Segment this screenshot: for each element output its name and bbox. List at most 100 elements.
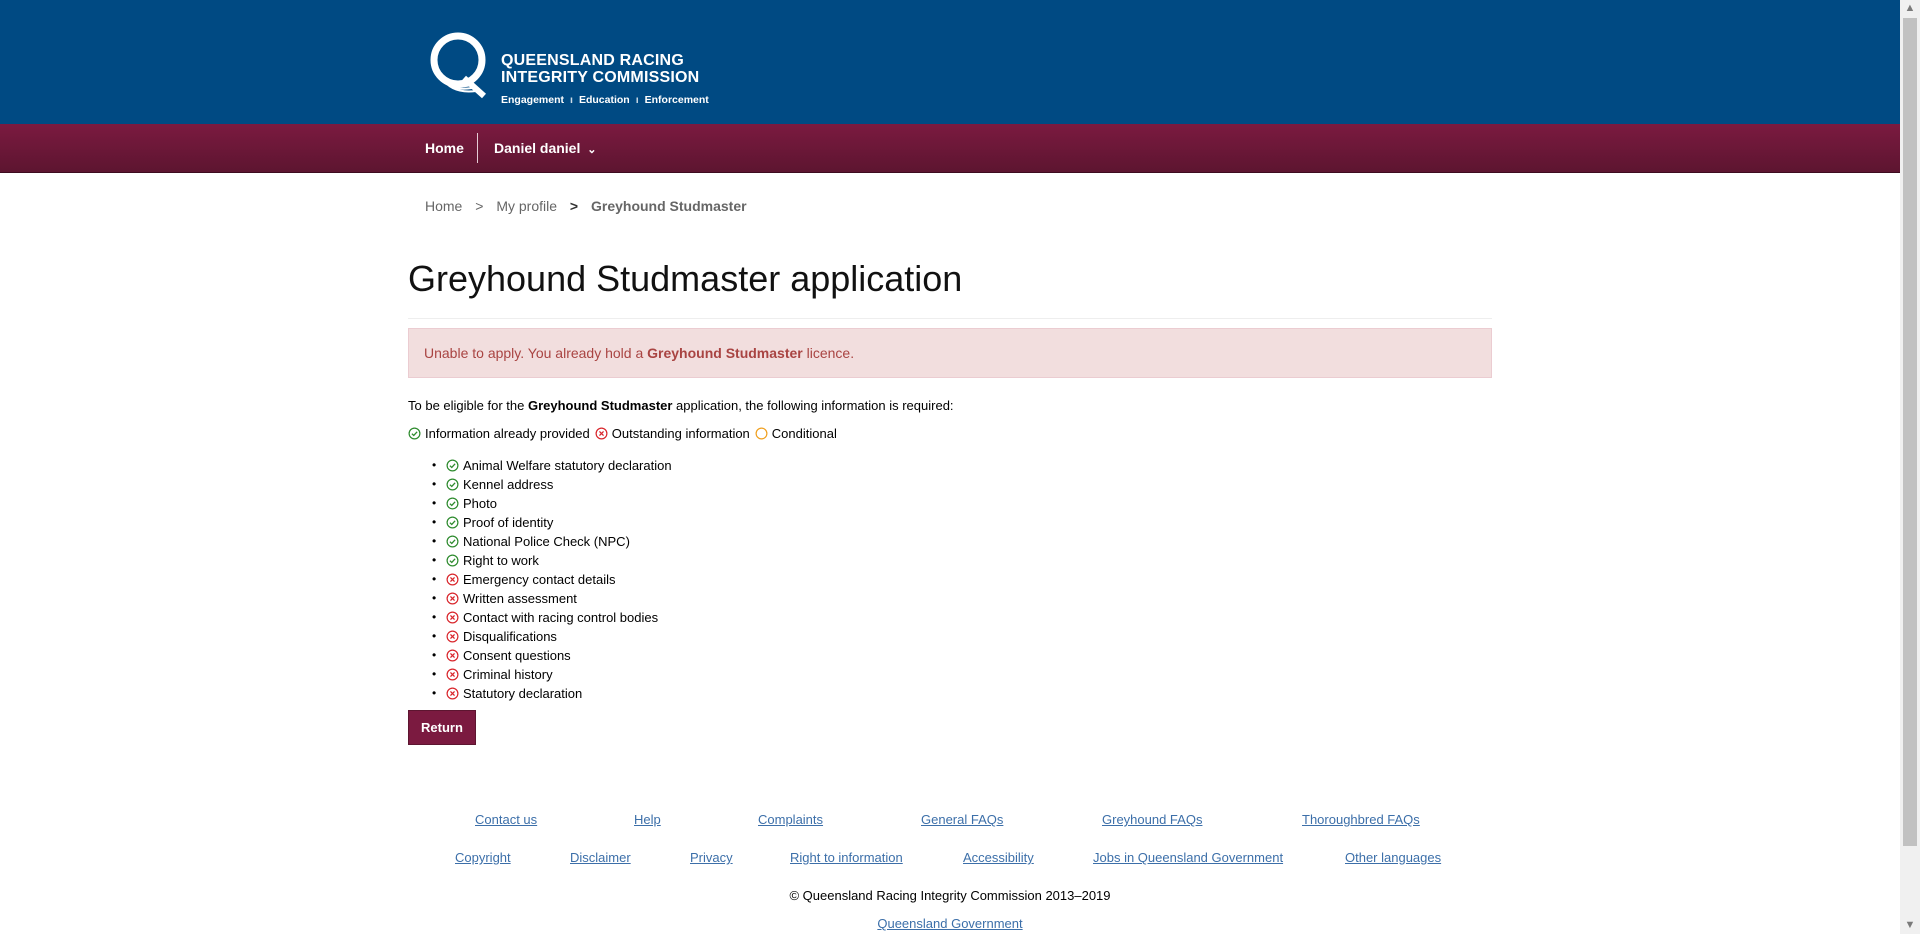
legend-conditional-label: Conditional: [771, 426, 837, 441]
eligibility-intro: To be eligible for the Greyhound Studmas…: [408, 398, 954, 413]
x-circle-icon: [595, 427, 608, 440]
footer-link[interactable]: Help: [634, 812, 661, 827]
footer-link[interactable]: Copyright: [455, 850, 511, 865]
requirement-item: • Consent questions: [432, 646, 672, 665]
x-circle-icon: [446, 592, 459, 605]
requirement-label: Written assessment: [463, 591, 577, 606]
requirement-label: National Police Check (NPC): [463, 534, 630, 549]
bullet: •: [432, 496, 437, 510]
x-circle-icon: [446, 573, 459, 586]
legend-outstanding: Outstanding information: [595, 426, 750, 441]
footer-link[interactable]: Privacy: [690, 850, 733, 865]
requirement-item: • Contact with racing control bodies: [432, 608, 672, 627]
requirement-item: • Right to work: [432, 551, 672, 570]
bullet: •: [432, 610, 437, 624]
legend-provided: Information already provided: [408, 426, 590, 441]
requirement-label: Criminal history: [463, 667, 553, 682]
intro-text: To be eligible for the: [408, 398, 528, 413]
chevron-down-icon: ⌄: [587, 144, 597, 156]
intro-application-name: Greyhound Studmaster: [527, 398, 673, 413]
copyright-notice: © Queensland Racing Integrity Commission…: [789, 888, 1111, 903]
qric-logo[interactable]: QUEENSLAND RACING INTEGRITY COMMISSION E…: [424, 30, 709, 110]
nav-user-menu[interactable]: Daniel daniel ⌄: [494, 124, 596, 172]
logo-wordmark: QUEENSLAND RACING INTEGRITY COMMISSION: [501, 52, 699, 86]
breadcrumb-separator: >: [475, 198, 484, 214]
bullet: •: [432, 477, 437, 491]
page-title: Greyhound Studmaster application: [408, 258, 963, 299]
check-circle-icon: [446, 535, 459, 548]
requirement-item: • Statutory declaration: [432, 684, 672, 703]
footer-link[interactable]: Disclaimer: [570, 850, 631, 865]
footer-link[interactable]: Accessibility: [963, 850, 1034, 865]
requirement-item: • Proof of identity: [432, 513, 672, 532]
breadcrumb-current: Greyhound Studmaster: [590, 198, 747, 214]
requirement-label: Statutory declaration: [463, 686, 583, 701]
bullet: •: [432, 458, 437, 472]
bullet: •: [432, 572, 437, 586]
legend-outstanding-label: Outstanding information: [611, 426, 750, 441]
breadcrumb-separator: >: [569, 198, 579, 214]
error-alert: Unable to apply. You already hold a Grey…: [408, 328, 1492, 378]
requirements-list: • Animal Welfare statutory declaration • Ke…: [432, 456, 672, 703]
check-circle-icon: [446, 497, 459, 510]
alert-licence-name: Greyhound Studmaster: [647, 345, 803, 361]
page-scrollbar[interactable]: ▲ ▼: [1900, 0, 1920, 934]
scroll-up-icon[interactable]: ▲: [1900, 0, 1920, 17]
breadcrumb: Home > My profile > Greyhound Studmaster: [425, 198, 747, 214]
legend-provided-label: Information already provided: [425, 426, 590, 441]
logo-tagline: Engagement ı Education ı Enforcement: [501, 94, 709, 106]
tagline-enforcement: Enforcement: [644, 94, 709, 106]
check-circle-icon: [446, 516, 459, 529]
requirement-item: • Written assessment: [432, 589, 672, 608]
nav-divider: [477, 133, 478, 163]
requirement-item: • Disqualifications: [432, 627, 672, 646]
requirement-item: • Criminal history: [432, 665, 672, 684]
breadcrumb-profile[interactable]: My profile: [496, 198, 557, 214]
title-divider: [408, 318, 1492, 319]
nav-home-link[interactable]: Home: [425, 124, 464, 172]
x-circle-icon: [446, 630, 459, 643]
check-circle-icon: [446, 459, 459, 472]
breadcrumb-home[interactable]: Home: [425, 198, 462, 214]
footer-link[interactable]: Contact us: [475, 812, 537, 827]
qric-emblem-icon: [430, 32, 487, 99]
bullet: •: [432, 515, 437, 529]
qld-government-footer: Queensland Government: [0, 916, 1900, 931]
footer-link[interactable]: Greyhound FAQs: [1102, 812, 1202, 827]
status-legend: Information already provided Outstanding…: [408, 426, 842, 441]
footer-link[interactable]: Other languages: [1345, 850, 1441, 865]
footer-link[interactable]: General FAQs: [921, 812, 1003, 827]
requirement-label: Animal Welfare statutory declaration: [463, 458, 672, 473]
intro-text-suffix: application, the following information i…: [672, 398, 954, 413]
requirement-label: Contact with racing control bodies: [463, 610, 659, 625]
tagline-engagement: Engagement: [501, 94, 565, 106]
requirement-label: Right to work: [463, 553, 539, 568]
check-circle-icon: [446, 478, 459, 491]
return-button[interactable]: Return: [408, 710, 476, 745]
scroll-down-icon[interactable]: ▼: [1900, 917, 1920, 934]
footer-link[interactable]: Thoroughbred FAQs: [1302, 812, 1420, 827]
requirement-label: Kennel address: [463, 477, 554, 492]
logo-line-1: QUEENSLAND RACING: [501, 52, 684, 69]
main-navbar: Home Daniel daniel ⌄: [0, 124, 1900, 173]
check-circle-icon: [408, 427, 421, 440]
qld-government-link[interactable]: Queensland Government: [877, 916, 1022, 931]
bullet: •: [432, 534, 437, 548]
requirement-label: Photo: [463, 496, 497, 511]
footer-link[interactable]: Jobs in Queensland Government: [1093, 850, 1283, 865]
empty-circle-icon: [755, 427, 768, 440]
footer-link[interactable]: Complaints: [758, 812, 823, 827]
bullet: •: [432, 686, 437, 700]
site-header: QUEENSLAND RACING INTEGRITY COMMISSION E…: [0, 0, 1900, 124]
bullet: •: [432, 629, 437, 643]
alert-text: Unable to apply. You already hold a: [424, 345, 648, 361]
x-circle-icon: [446, 611, 459, 624]
legend-conditional: Conditional: [755, 426, 837, 441]
footer-link[interactable]: Right to information: [790, 850, 903, 865]
scrollbar-thumb[interactable]: [1903, 18, 1917, 846]
requirement-label: Consent questions: [463, 648, 571, 663]
alert-text-suffix: licence.: [802, 345, 855, 361]
bullet: •: [432, 553, 437, 567]
bullet: •: [432, 667, 437, 681]
check-circle-icon: [446, 554, 459, 567]
